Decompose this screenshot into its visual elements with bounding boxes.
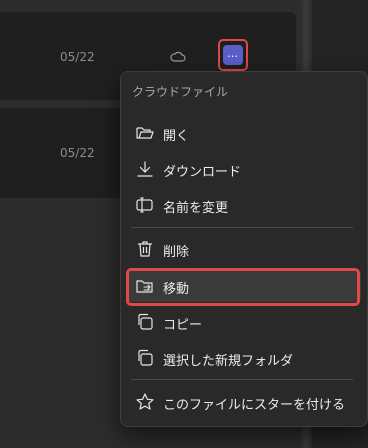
download-icon [135,159,155,179]
menu-item-copy[interactable]: コピー [127,306,361,338]
menu-divider [131,379,353,380]
new-folder-icon [135,348,155,368]
menu-item-label: 削除 [163,245,190,260]
menu-item-label: このファイルにスターを付ける [163,398,346,413]
file-date: 05/22 [60,50,95,64]
star-icon [135,392,155,412]
file-date: 05/22 [60,146,95,160]
menu-item-new-folder[interactable]: 選択した新規フォルダ [127,342,361,374]
menu-item-label: ダウンロード [163,165,242,180]
menu-divider [131,227,353,228]
rename-icon [135,195,155,215]
more-options-button[interactable]: … [223,45,243,65]
menu-item-download[interactable]: ダウンロード [127,153,361,185]
move-item-highlight [126,268,360,306]
menu-item-label: 名前を変更 [163,201,229,216]
menu-item-label: 選択した新規フォルダ [163,354,294,369]
menu-section-title: クラウドファイル [132,85,229,99]
context-menu: クラウドファイル 開く ダウンロード 名前を変更 削除 移動 コピー 選択した新… [120,71,368,427]
trash-icon [135,239,155,259]
copy-icon [135,312,155,332]
menu-item-label: 開く [163,129,190,144]
menu-item-label: コピー [163,318,203,333]
cloud-icon [170,49,186,63]
menu-item-delete[interactable]: 削除 [127,233,361,265]
menu-item-rename[interactable]: 名前を変更 [127,189,361,221]
menu-item-star[interactable]: このファイルにスターを付ける [127,386,361,418]
menu-item-open[interactable]: 開く [127,117,361,149]
folder-open-icon [135,123,155,143]
more-options-highlight: … [218,39,248,71]
